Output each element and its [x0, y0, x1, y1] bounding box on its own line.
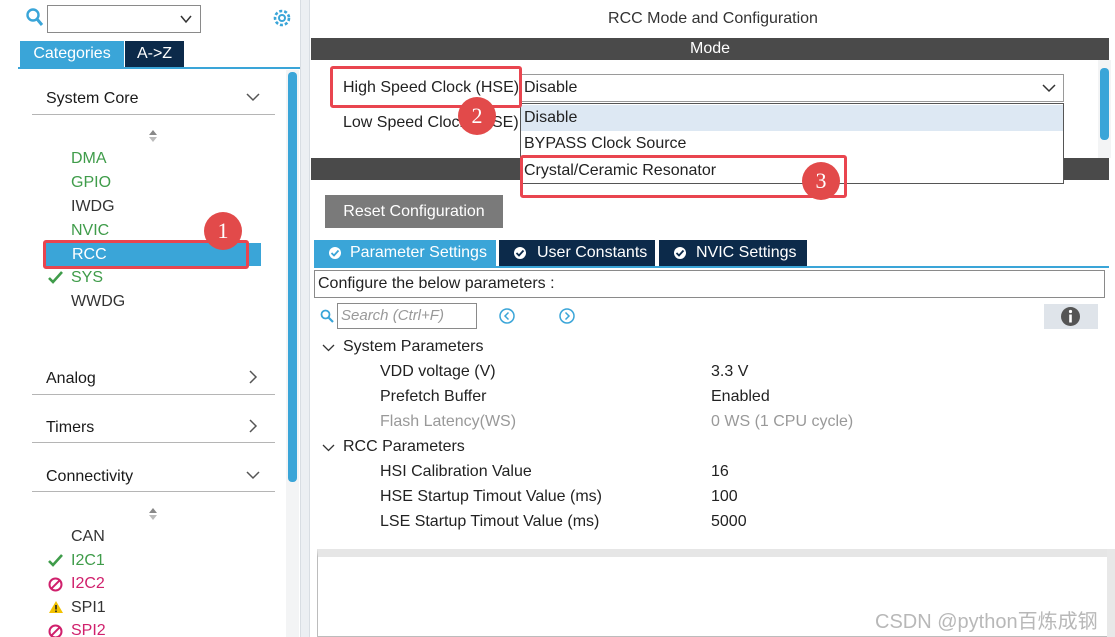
chevron-right-icon[interactable]	[245, 369, 261, 385]
previous-icon[interactable]	[498, 307, 516, 325]
annotation-badge-2: 2	[458, 97, 496, 135]
annotation-box-2	[330, 66, 522, 108]
param-name-flash-latency: Flash Latency(WS)	[380, 413, 517, 430]
tab-underline	[314, 266, 1109, 268]
param-name-vdd[interactable]: VDD voltage (V)	[380, 363, 496, 381]
param-name-hse-startup[interactable]: HSE Startup Timout Value (ms)	[380, 488, 602, 506]
annotation-box-3	[520, 155, 847, 198]
param-value-vdd[interactable]: 3.3 V	[711, 363, 748, 381]
check-circle-icon	[674, 247, 686, 259]
section-divider	[32, 442, 275, 443]
hse-select-value: Disable	[524, 79, 578, 96]
tab-user-constants[interactable]: User Constants	[499, 240, 655, 266]
param-value-hse-startup[interactable]: 100	[711, 488, 738, 506]
categories-panel: Categories A->Z System Core DMA GPIO IWD…	[0, 0, 300, 637]
section-system-core[interactable]: System Core	[46, 90, 138, 108]
config-hint: Configure the below parameters :	[314, 270, 1105, 298]
blocked-icon	[48, 577, 63, 592]
section-divider	[32, 394, 275, 395]
tab-label: User Constants	[537, 244, 648, 261]
parameter-search-input[interactable]: Search (Ctrl+F)	[337, 303, 477, 329]
warning-icon	[49, 601, 63, 613]
gear-icon[interactable]	[271, 7, 293, 29]
section-divider	[32, 491, 275, 492]
chevron-down-icon[interactable]	[245, 467, 261, 483]
tab-label: Parameter Settings	[350, 244, 487, 261]
tab-categories[interactable]: Categories	[20, 41, 124, 67]
sidebar-scrollbar-thumb[interactable]	[288, 72, 297, 482]
info-button[interactable]	[1044, 304, 1098, 329]
chevron-down-icon[interactable]	[322, 441, 335, 454]
param-name-hsi-calibration[interactable]: HSI Calibration Value	[380, 463, 532, 481]
sidebar-item-wwdg[interactable]: WWDG	[71, 293, 125, 311]
info-icon	[1061, 307, 1080, 326]
sort-icon[interactable]	[147, 506, 159, 522]
next-icon[interactable]	[558, 307, 576, 325]
page-title: RCC Mode and Configuration	[608, 10, 818, 27]
param-value-prefetch[interactable]: Enabled	[711, 388, 770, 406]
mode-scrollbar-thumb[interactable]	[1100, 68, 1109, 140]
chevron-down-icon	[1042, 84, 1056, 93]
section-timers[interactable]: Timers	[46, 419, 94, 437]
sidebar-item-gpio[interactable]: GPIO	[71, 174, 111, 192]
group-system-parameters[interactable]: System Parameters	[343, 338, 483, 356]
param-value-flash-latency: 0 WS (1 CPU cycle)	[711, 413, 854, 430]
tab-underline	[18, 67, 300, 69]
check-icon	[48, 554, 63, 567]
rcc-config-panel: RCC Mode and Configuration Mode High Spe…	[311, 0, 1115, 637]
lse-label-tail: SE)	[492, 114, 519, 131]
check-circle-icon	[514, 247, 526, 259]
sidebar-item-i2c1[interactable]: I2C1	[71, 552, 105, 570]
check-icon	[48, 271, 63, 284]
description-scrollbar[interactable]	[1107, 549, 1115, 637]
option-bypass[interactable]: BYPASS Clock Source	[521, 131, 1063, 157]
chevron-right-icon[interactable]	[245, 418, 261, 434]
sidebar-item-can[interactable]: CAN	[71, 528, 105, 546]
sort-icon[interactable]	[147, 128, 159, 144]
annotation-badge-3: 3	[802, 162, 840, 200]
section-analog[interactable]: Analog	[46, 370, 96, 388]
search-icon[interactable]	[26, 8, 44, 28]
check-circle-icon	[329, 247, 341, 259]
sidebar-item-sys[interactable]: SYS	[71, 269, 103, 287]
group-rcc-parameters[interactable]: RCC Parameters	[343, 438, 465, 456]
reset-configuration-button[interactable]: Reset Configuration	[325, 195, 503, 228]
panel-splitter[interactable]	[300, 0, 310, 637]
chevron-down-icon	[180, 15, 192, 24]
annotation-badge-1: 1	[204, 212, 242, 250]
param-value-hsi-calibration[interactable]: 16	[711, 463, 729, 481]
param-value-lse-startup[interactable]: 5000	[711, 513, 747, 531]
sidebar-item-nvic[interactable]: NVIC	[71, 222, 109, 240]
sidebar-item-dma[interactable]: DMA	[71, 150, 107, 168]
watermark: CSDN @python百炼成钢	[875, 611, 1098, 633]
section-divider	[32, 114, 275, 115]
tab-label: NVIC Settings	[696, 244, 797, 261]
sidebar-item-spi2[interactable]: SPI2	[71, 622, 106, 637]
blocked-icon	[48, 624, 63, 637]
section-connectivity[interactable]: Connectivity	[46, 468, 133, 486]
tab-parameter-settings[interactable]: Parameter Settings	[314, 240, 496, 266]
param-name-prefetch[interactable]: Prefetch Buffer	[380, 388, 486, 406]
chevron-down-icon[interactable]	[245, 89, 261, 105]
mode-header: Mode	[311, 38, 1109, 60]
lse-label: Low Speed Clock	[343, 114, 468, 131]
sidebar-item-i2c2[interactable]: I2C2	[71, 575, 105, 593]
search-icon	[320, 309, 334, 323]
search-combo[interactable]	[47, 5, 201, 33]
sidebar-item-spi1[interactable]: SPI1	[71, 599, 106, 617]
tab-a-to-z[interactable]: A->Z	[125, 41, 184, 67]
chevron-down-icon[interactable]	[322, 341, 335, 354]
param-name-lse-startup[interactable]: LSE Startup Timout Value (ms)	[380, 513, 599, 531]
option-disable[interactable]: Disable	[521, 105, 1063, 131]
tab-nvic-settings[interactable]: NVIC Settings	[659, 240, 807, 266]
sidebar-item-iwdg[interactable]: IWDG	[71, 198, 115, 216]
hse-select[interactable]: Disable	[519, 74, 1064, 102]
